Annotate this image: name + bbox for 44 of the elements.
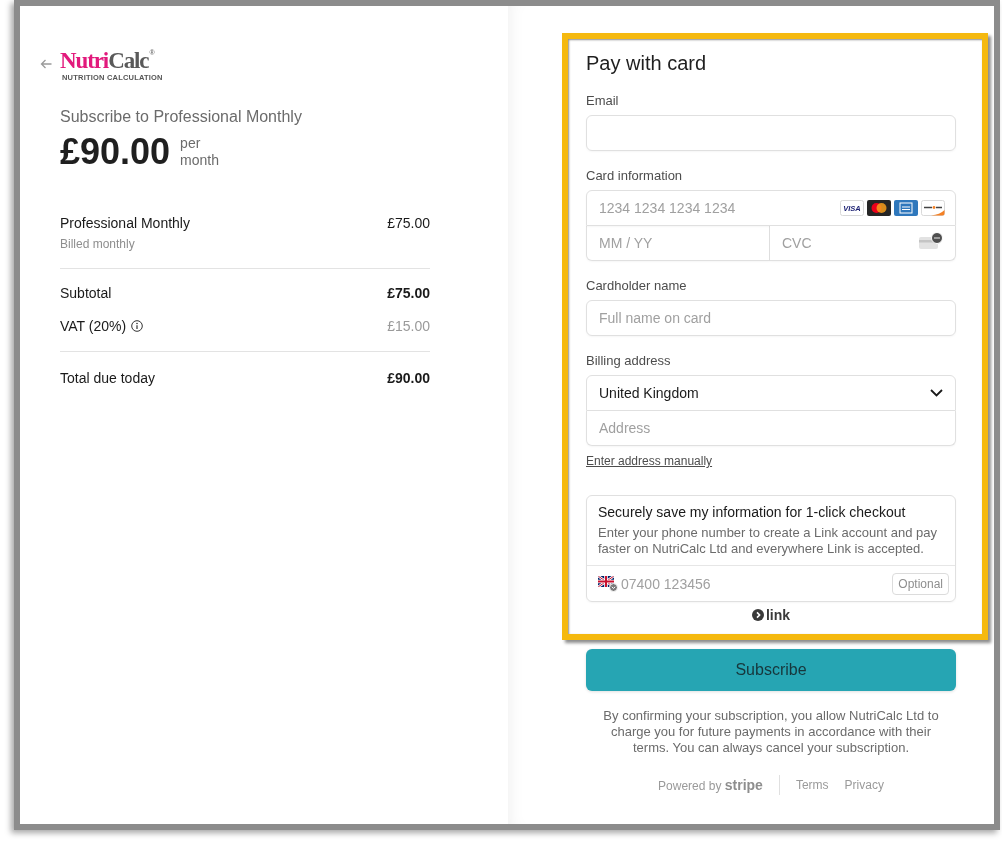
field-label: Cardholder name — [586, 278, 688, 294]
link-wordmark: link — [765, 607, 791, 623]
price-amount: £90.00 — [60, 130, 171, 174]
field-label: Email — [586, 93, 620, 109]
form-title: Pay with card — [586, 51, 708, 76]
line-item-name: Professional Monthly — [60, 214, 190, 233]
subscribe-button[interactable]: Subscribe — [586, 649, 956, 691]
field-label: Card information — [586, 168, 684, 184]
arrow-circle-icon — [751, 609, 764, 621]
address-field[interactable]: Address — [586, 411, 956, 446]
email-field[interactable] — [586, 115, 956, 151]
back-arrow-icon[interactable] — [40, 59, 52, 69]
footer-link[interactable]: Privacy — [844, 777, 884, 793]
line-item-note: Billed monthly — [60, 236, 136, 252]
cvc-field[interactable]: CVC — [770, 226, 956, 261]
phone-field[interactable]: 07400 123456 — [621, 571, 890, 596]
subtotal-amount: £75.00 — [387, 284, 430, 303]
link-signup-title: Securely save my information for 1-click checkout — [598, 503, 907, 521]
card-brand-icon — [894, 200, 918, 216]
total-amount: £90.00 — [387, 369, 430, 388]
card-brand-icon — [921, 200, 945, 216]
footer-link[interactable]: Terms — [795, 777, 829, 793]
tax-label: VAT (20%) — [60, 317, 127, 336]
tax-amount: £15.00 — [387, 317, 430, 336]
expiry-field[interactable]: MM / YY — [586, 226, 770, 261]
legal-text: By confirming your subscription, you allow NutriCalc Ltd to charge you for future payments in accordance with their terms. You can always cancel your subscription. — [602, 708, 940, 756]
subtotal-label: Subtotal — [60, 284, 112, 303]
price-period: per month — [180, 135, 220, 169]
total-label: Total due today — [60, 369, 155, 388]
country-select[interactable]: United Kingdom — [586, 375, 956, 411]
card-back-icon — [919, 232, 943, 250]
chevron-down-icon — [930, 389, 943, 397]
field-label: Billing address — [586, 353, 672, 369]
link-signup-description: Enter your phone number to create a Link account and pay faster on NutriCalc Ltd and everywhere Link is accepted. — [598, 525, 938, 557]
powered-by-text: Powered by stripe — [658, 776, 763, 794]
line-item-amount: £75.00 — [387, 214, 430, 233]
cardholder-name-field[interactable]: Full name on card — [586, 300, 956, 336]
manual-address-link[interactable]: Enter address manually — [586, 453, 713, 469]
flag-icon — [598, 575, 618, 592]
info-icon[interactable] — [131, 320, 144, 332]
summary-heading: Subscribe to Professional Monthly — [60, 107, 303, 127]
logo-wordmark: NutriCalc$^{®}$ — [60, 48, 156, 73]
optional-badge: Optional — [892, 572, 949, 595]
card-brand-icon — [867, 200, 891, 216]
